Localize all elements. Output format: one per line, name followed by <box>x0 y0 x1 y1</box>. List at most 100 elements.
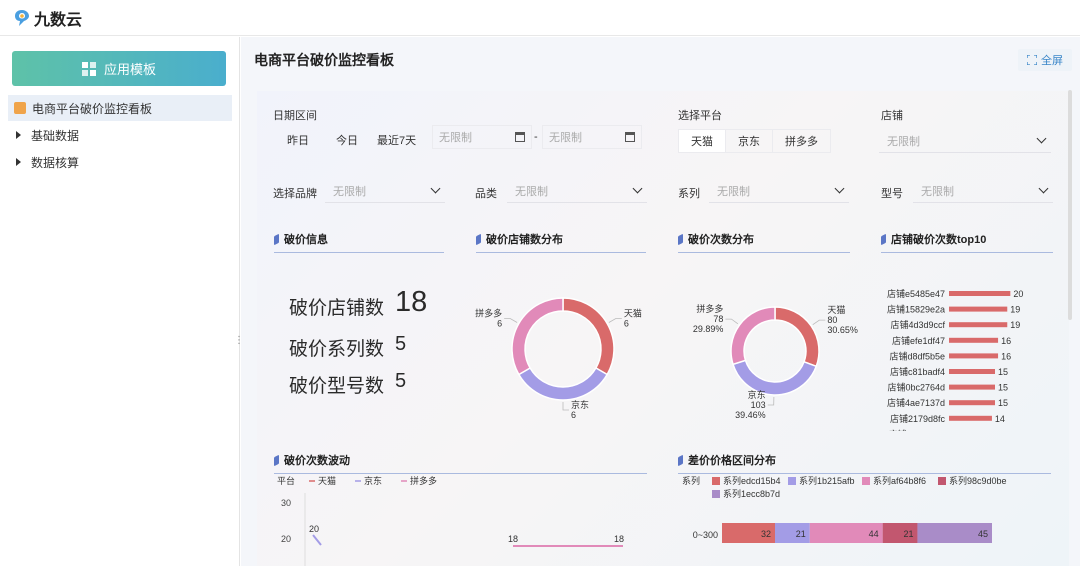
quick-today-button[interactable]: 今日 <box>336 132 358 148</box>
legend-label: 系列98c9d0be <box>949 475 1007 486</box>
sidebar-item-basic-data[interactable]: 基础数据 <box>8 122 232 148</box>
caret-right-icon <box>16 158 21 166</box>
grid-icon <box>81 61 96 76</box>
count-dist-section-title: 破价次数分布 <box>678 231 850 253</box>
donut-label: 天猫 <box>624 308 642 319</box>
category-label: 品类 <box>475 188 497 200</box>
fullscreen-label: 全屏 <box>1041 55 1063 67</box>
bar-value-label: 19 <box>1010 320 1020 330</box>
legend-swatch <box>788 477 796 485</box>
calendar-icon <box>625 132 635 142</box>
sidebar: 应用模板 电商平台破价监控看板 基础数据 数据核算 ⋮ <box>0 37 244 566</box>
donut-slice <box>517 366 609 401</box>
series-select[interactable]: 无限制 <box>709 179 849 203</box>
tab-tmall[interactable]: 天猫 <box>678 129 726 153</box>
bar-value-label: 21 <box>796 529 806 539</box>
donut-label: 103 <box>751 400 766 410</box>
shop-dist-section-title: 破价店铺数分布 <box>476 231 646 253</box>
bar-category-label: 店铺4ae7137d <box>887 397 945 408</box>
kpi-label: 破价系列数 <box>289 339 385 360</box>
category-select-value: 无限制 <box>515 185 548 198</box>
quick-yesterday-button[interactable]: 昨日 <box>287 132 309 148</box>
bar-value-label: 14 <box>995 414 1005 424</box>
category-select[interactable]: 无限制 <box>507 179 647 203</box>
bar-category-label: 店铺c81badf4 <box>890 366 945 377</box>
app-logo[interactable]: 九数云 <box>14 6 82 30</box>
logo-icon <box>15 9 29 26</box>
bar-value-label: 45 <box>978 529 988 539</box>
dashboard-canvas: 日期区间 昨日 今日 最近7天 无限制 - 无限制 选择平台 天猫 京东 拼多多… <box>257 91 1069 566</box>
kpi-section-title: 破价信息 <box>274 231 444 253</box>
section-marker-icon <box>881 233 886 245</box>
donut-leader-line <box>725 318 739 325</box>
expand-icon <box>1027 55 1037 65</box>
page-title: 电商平台破价监控看板 <box>254 52 394 68</box>
donut-leader-line <box>812 319 826 326</box>
chevron-down-icon <box>430 183 441 194</box>
legend-swatch <box>712 477 720 485</box>
section-marker-icon <box>678 233 683 245</box>
legend-swatch <box>862 477 870 485</box>
bar-category-label: 店铺efe1df47 <box>892 335 945 346</box>
price-range-stacked-chart: 系列 系列edcd15b4 系列1b215afb 系列af64b8f6 系列98c9d0… <box>682 475 1007 543</box>
scrollbar[interactable] <box>1068 90 1072 320</box>
shop-select[interactable]: 无限制 <box>879 129 1051 153</box>
bar-value-label: 21 <box>903 529 913 539</box>
app-template-button[interactable]: 应用模板 <box>12 51 226 86</box>
tab-jd[interactable]: 京东 <box>725 129 773 153</box>
bar-value-label: 15 <box>998 398 1008 408</box>
kpi-value: 5 <box>395 333 407 355</box>
data-label: 18 <box>614 534 624 544</box>
dashboard-icon <box>14 102 26 114</box>
logo-text: 九数云 <box>34 11 83 29</box>
legend-label: 京东 <box>364 475 382 486</box>
legend-label: 天猫 <box>318 475 336 486</box>
y-category-label: 0~300 <box>693 530 718 540</box>
brand-select-value: 无限制 <box>333 185 366 198</box>
donut-leader-line <box>504 318 518 323</box>
model-label: 型号 <box>881 188 903 200</box>
date-to-placeholder: 无限制 <box>549 132 582 144</box>
donut-slice <box>511 297 564 376</box>
platform-tabs: 天猫 京东 拼多多 <box>678 129 831 153</box>
date-range-label: 日期区间 <box>273 110 317 122</box>
tab-pdd[interactable]: 拼多多 <box>772 129 831 153</box>
bar <box>949 337 999 343</box>
section-marker-icon <box>476 233 481 245</box>
donut-label: 6 <box>497 319 502 329</box>
bar-category-label: 店铺2179d8fc <box>890 413 946 424</box>
donut-slice <box>730 306 776 366</box>
series-label: 系列 <box>678 188 700 200</box>
y-tick-label: 20 <box>281 534 291 544</box>
chevron-down-icon <box>1038 183 1049 194</box>
top10-section-title: 店铺破价次数top10 <box>881 231 1053 253</box>
kpi-value: 18 <box>395 286 428 318</box>
shop-label: 店铺 <box>881 110 903 122</box>
date-from-input[interactable]: 无限制 <box>432 125 532 149</box>
bar <box>949 291 1011 296</box>
sidebar-item-dashboard[interactable]: 电商平台破价监控看板 <box>8 95 232 121</box>
shop-select-value: 无限制 <box>887 135 920 148</box>
legend-label: 拼多多 <box>410 475 437 486</box>
brand-select[interactable]: 无限制 <box>325 179 445 203</box>
legend-title: 平台 <box>277 475 295 486</box>
model-select[interactable]: 无限制 <box>913 179 1053 203</box>
legend-swatch <box>712 490 720 498</box>
quick-last7-button[interactable]: 最近7天 <box>377 132 416 148</box>
bar-value-label: 16 <box>1001 351 1011 361</box>
bar-category-label: 店铺15829e2a <box>887 304 945 315</box>
date-to-input[interactable]: 无限制 <box>542 125 642 149</box>
bar-value-label: 15 <box>998 367 1008 377</box>
sidebar-item-label: 电商平台破价监控看板 <box>32 101 153 116</box>
bar <box>949 384 995 390</box>
legend-swatch <box>938 477 946 485</box>
donut-leader-line <box>562 402 569 411</box>
sidebar-item-data-accounting[interactable]: 数据核算 <box>8 149 232 175</box>
fullscreen-button[interactable]: 全屏 <box>1018 49 1072 71</box>
donut-label: 30.65% <box>827 325 858 335</box>
donut-label: 78 <box>713 314 723 324</box>
series-select-value: 无限制 <box>717 185 750 198</box>
donut-label: 80 <box>827 315 837 325</box>
bar <box>949 369 995 374</box>
data-label: 18 <box>508 534 518 544</box>
